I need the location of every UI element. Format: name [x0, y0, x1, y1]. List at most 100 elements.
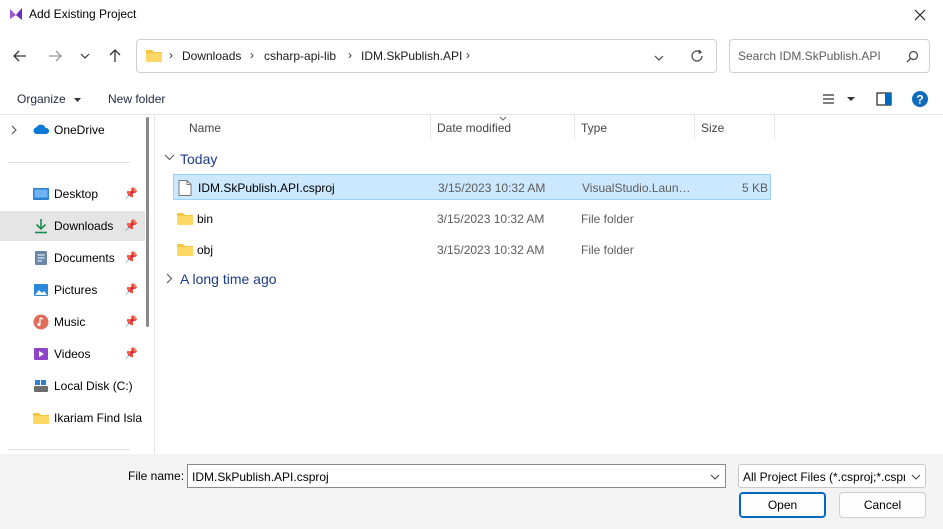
sidebar-item-downloads[interactable]: Downloads 📌 [0, 211, 145, 241]
sidebar-item-ikariam[interactable]: Ikariam Find Isla [0, 403, 145, 433]
column-separator[interactable] [774, 115, 775, 139]
sidebar-label-videos: Videos [54, 347, 91, 361]
chevron-down-icon [654, 55, 664, 61]
help-button[interactable]: ? [911, 90, 929, 111]
view-options-button[interactable] [822, 93, 856, 108]
search-placeholder: Search IDM.SkPublish.API [738, 49, 881, 63]
file-icon [178, 180, 192, 196]
sidebar-item-videos[interactable]: Videos 📌 [0, 339, 145, 369]
breadcrumb-separator: › [348, 48, 352, 62]
drive-icon [34, 380, 48, 392]
file-row[interactable]: obj 3/15/2023 10:32 AM File folder [173, 237, 771, 263]
folder-icon [177, 244, 193, 256]
column-header-name[interactable]: Name [189, 121, 221, 135]
sidebar-item-documents[interactable]: Documents 📌 [0, 243, 145, 273]
window-title: Add Existing Project [29, 7, 137, 21]
help-icon: ? [912, 91, 928, 107]
preview-pane-icon [876, 92, 892, 106]
recent-locations-button[interactable] [73, 44, 97, 68]
folder-icon [177, 213, 193, 225]
dialog-footer: File name: IDM.SkPublish.API.csproj All … [0, 454, 943, 529]
file-date: 3/15/2023 10:32 AM [438, 181, 546, 195]
pin-icon: 📌 [124, 188, 138, 200]
file-name: bin [197, 212, 214, 226]
column-header-size[interactable]: Size [701, 121, 724, 135]
file-date: 3/15/2023 10:32 AM [437, 243, 545, 257]
file-type-dropdown[interactable]: All Project Files (*.csproj;*.csproj) [738, 464, 926, 488]
sidebar-label-music: Music [54, 315, 86, 329]
view-list-icon [823, 94, 855, 104]
file-type: VisualStudio.Launcher.csproj [582, 181, 692, 195]
cancel-button[interactable]: Cancel [839, 492, 926, 518]
file-name-input[interactable]: IDM.SkPublish.API.csproj [187, 464, 726, 488]
back-button[interactable] [8, 44, 32, 68]
folder-icon [146, 50, 162, 62]
breadcrumb-separator: › [250, 48, 254, 62]
sidebar-label-local-disk: Local Disk (C:) [54, 379, 133, 393]
sidebar-label-desktop: Desktop [54, 187, 99, 201]
close-button[interactable] [897, 0, 943, 30]
search-icon [906, 50, 919, 63]
address-history-button[interactable] [654, 51, 664, 65]
pin-icon: 📌 [124, 252, 138, 264]
videos-icon [34, 348, 48, 360]
sidebar-divider [8, 449, 130, 450]
forward-button[interactable] [43, 44, 67, 68]
organize-button[interactable]: Organize [17, 92, 82, 106]
file-row[interactable]: bin 3/15/2023 10:32 AM File folder [173, 206, 771, 232]
arrow-up-icon [109, 49, 121, 62]
address-bar[interactable]: › Downloads › csharp-api-lib › IDM.SkPub… [136, 39, 717, 73]
folder-icon [33, 413, 49, 424]
chevron-down-icon [164, 154, 175, 161]
chevron-down-icon [74, 97, 82, 102]
breadcrumb-csharp-api-lib[interactable]: csharp-api-lib [264, 49, 336, 63]
column-header-date[interactable]: Date modified [437, 121, 511, 135]
sidebar-divider [8, 162, 130, 163]
file-type: File folder [581, 243, 634, 257]
sidebar-item-local-disk[interactable]: Local Disk (C:) [0, 371, 145, 401]
up-button[interactable] [103, 44, 127, 68]
column-separator[interactable] [694, 115, 695, 139]
column-separator[interactable] [574, 115, 575, 139]
file-type: File folder [581, 212, 634, 226]
download-icon [35, 219, 47, 234]
chevron-down-icon [80, 53, 90, 59]
new-folder-button[interactable]: New folder [108, 92, 165, 106]
pin-icon: 📌 [124, 284, 138, 296]
file-name: obj [197, 243, 214, 257]
chevron-right-icon [166, 273, 173, 284]
breadcrumb-separator: › [466, 48, 470, 62]
navigation-pane: OneDrive Desktop 📌 Downloads 📌 Documents… [0, 115, 155, 454]
sidebar-item-pictures[interactable]: Pictures 📌 [0, 275, 145, 305]
desktop-icon [33, 188, 49, 200]
breadcrumb-separator: › [169, 48, 173, 62]
visual-studio-icon [10, 8, 22, 20]
sidebar-label-downloads: Downloads [54, 219, 114, 233]
column-header-type[interactable]: Type [581, 121, 607, 135]
sidebar-scrollbar[interactable] [146, 117, 149, 327]
command-bar: Organize New folder ? [0, 83, 943, 115]
chevron-right-icon [11, 125, 17, 135]
file-name: IDM.SkPublish.API.csproj [198, 181, 335, 195]
sidebar-item-onedrive[interactable]: OneDrive [0, 115, 145, 145]
breadcrumb-current-folder[interactable]: IDM.SkPublish.API [361, 49, 462, 63]
open-button[interactable]: Open [739, 492, 826, 518]
onedrive-icon [33, 124, 50, 134]
breadcrumb-downloads[interactable]: Downloads [182, 49, 241, 63]
search-box[interactable]: Search IDM.SkPublish.API [729, 39, 930, 73]
file-row[interactable]: IDM.SkPublish.API.csproj 3/15/2023 10:32… [173, 174, 771, 200]
sidebar-item-music[interactable]: Music 📌 [0, 307, 145, 337]
file-size: 5 KB [741, 181, 768, 195]
sidebar-item-desktop[interactable]: Desktop 📌 [0, 179, 145, 209]
sidebar-label-ikariam: Ikariam Find Isla [54, 411, 143, 425]
file-list: Name Date modified Type Size Today IDM.S… [156, 115, 943, 454]
close-icon [914, 9, 926, 21]
arrow-left-icon [13, 50, 26, 62]
column-separator[interactable] [430, 115, 431, 139]
refresh-icon [691, 49, 703, 62]
music-icon [33, 314, 49, 330]
refresh-button[interactable] [690, 49, 704, 66]
preview-pane-button[interactable] [876, 92, 892, 109]
sidebar-label-documents: Documents [54, 251, 115, 265]
file-type-value: All Project Files (*.csproj;*.csproj) [743, 470, 905, 484]
